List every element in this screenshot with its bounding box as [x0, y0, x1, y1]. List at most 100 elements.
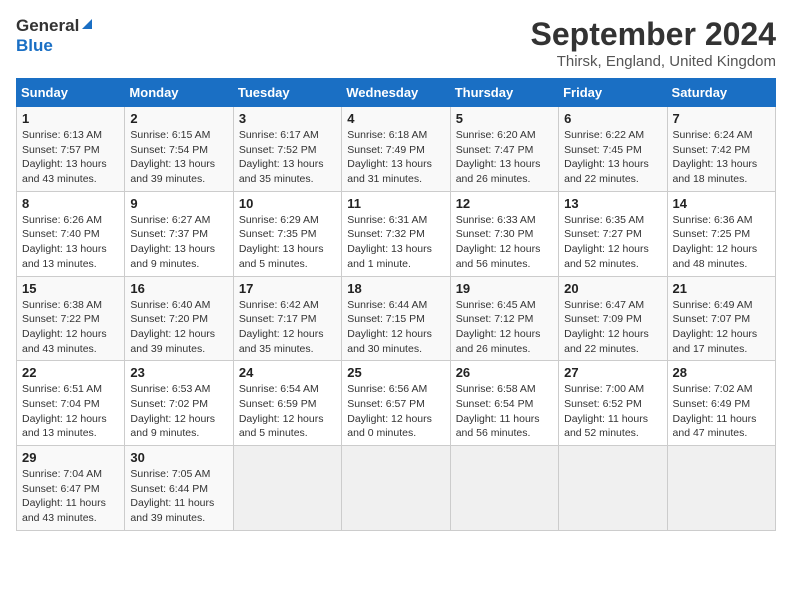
day-number: 12 — [456, 196, 553, 211]
calendar-cell — [342, 446, 450, 531]
week-row-1: 1 Sunrise: 6:13 AMSunset: 7:57 PMDaylight… — [17, 107, 776, 192]
calendar-cell — [559, 446, 667, 531]
day-detail: Sunrise: 6:51 AMSunset: 7:04 PMDaylight:… — [22, 382, 119, 441]
day-header-monday: Monday — [125, 79, 233, 107]
day-detail: Sunrise: 6:40 AMSunset: 7:20 PMDaylight:… — [130, 298, 227, 357]
day-detail: Sunrise: 6:18 AMSunset: 7:49 PMDaylight:… — [347, 128, 444, 187]
day-detail: Sunrise: 6:45 AMSunset: 7:12 PMDaylight:… — [456, 298, 553, 357]
day-header-tuesday: Tuesday — [233, 79, 341, 107]
day-detail: Sunrise: 6:38 AMSunset: 7:22 PMDaylight:… — [22, 298, 119, 357]
calendar-cell: 12 Sunrise: 6:33 AMSunset: 7:30 PMDayligh… — [450, 191, 558, 276]
calendar-cell: 29Sunrise: 7:04 AMSunset: 6:47 PMDayligh… — [17, 446, 125, 531]
calendar-cell: 8Sunrise: 6:26 AMSunset: 7:40 PMDaylight… — [17, 191, 125, 276]
day-detail: Sunrise: 6:31 AMSunset: 7:32 PMDaylight:… — [347, 213, 444, 272]
logo: General Blue — [16, 16, 94, 56]
calendar-cell: 18Sunrise: 6:44 AMSunset: 7:15 PMDayligh… — [342, 276, 450, 361]
day-number: 24 — [239, 365, 336, 380]
calendar-cell: 1 Sunrise: 6:13 AMSunset: 7:57 PMDaylight… — [17, 107, 125, 192]
calendar-cell: 9 Sunrise: 6:27 AMSunset: 7:37 PMDaylight… — [125, 191, 233, 276]
calendar-cell: 23Sunrise: 6:53 AMSunset: 7:02 PMDayligh… — [125, 361, 233, 446]
day-number: 28 — [673, 365, 770, 380]
day-number: 30 — [130, 450, 227, 465]
day-detail: Sunrise: 6:24 AMSunset: 7:42 PMDaylight:… — [673, 128, 770, 187]
day-number: 5 — [456, 111, 553, 126]
day-number: 10 — [239, 196, 336, 211]
day-number: 26 — [456, 365, 553, 380]
day-number: 22 — [22, 365, 119, 380]
day-number: 14 — [673, 196, 770, 211]
week-row-5: 29Sunrise: 7:04 AMSunset: 6:47 PMDayligh… — [17, 446, 776, 531]
day-number: 23 — [130, 365, 227, 380]
day-detail: Sunrise: 6:42 AMSunset: 7:17 PMDaylight:… — [239, 298, 336, 357]
day-number: 2 — [130, 111, 227, 126]
calendar-cell: 17 Sunrise: 6:42 AMSunset: 7:17 PMDayligh… — [233, 276, 341, 361]
day-detail: Sunrise: 6:47 AMSunset: 7:09 PMDaylight:… — [564, 298, 661, 357]
day-number: 9 — [130, 196, 227, 211]
calendar-cell: 28Sunrise: 7:02 AMSunset: 6:49 PMDayligh… — [667, 361, 775, 446]
day-detail: Sunrise: 6:13 AMSunset: 7:57 PMDaylight:… — [22, 128, 119, 187]
day-number: 13 — [564, 196, 661, 211]
day-detail: Sunrise: 6:56 AMSunset: 6:57 PMDaylight:… — [347, 382, 444, 441]
calendar-table: SundayMondayTuesdayWednesdayThursdayFrid… — [16, 78, 776, 531]
day-number: 29 — [22, 450, 119, 465]
logo-general: General — [16, 16, 79, 36]
calendar-cell: 7 Sunrise: 6:24 AMSunset: 7:42 PMDaylight… — [667, 107, 775, 192]
calendar-cell: 16 Sunrise: 6:40 AMSunset: 7:20 PMDayligh… — [125, 276, 233, 361]
day-detail: Sunrise: 6:22 AMSunset: 7:45 PMDaylight:… — [564, 128, 661, 187]
calendar-cell: 25 Sunrise: 6:56 AMSunset: 6:57 PMDayligh… — [342, 361, 450, 446]
calendar-cell: 21Sunrise: 6:49 AMSunset: 7:07 PMDayligh… — [667, 276, 775, 361]
calendar-cell — [667, 446, 775, 531]
calendar-cell — [450, 446, 558, 531]
day-detail: Sunrise: 6:35 AMSunset: 7:27 PMDaylight:… — [564, 213, 661, 272]
day-detail: Sunrise: 7:05 AMSunset: 6:44 PMDaylight:… — [130, 467, 227, 526]
day-number: 17 — [239, 281, 336, 296]
day-number: 1 — [22, 111, 119, 126]
day-header-thursday: Thursday — [450, 79, 558, 107]
day-number: 4 — [347, 111, 444, 126]
logo-blue: Blue — [16, 36, 53, 56]
day-number: 6 — [564, 111, 661, 126]
month-title: September 2024 — [531, 16, 776, 53]
calendar-cell: 27Sunrise: 7:00 AMSunset: 6:52 PMDayligh… — [559, 361, 667, 446]
day-header-wednesday: Wednesday — [342, 79, 450, 107]
day-number: 25 — [347, 365, 444, 380]
location: Thirsk, England, United Kingdom — [531, 53, 776, 70]
logo-triangle-icon — [80, 17, 94, 36]
day-detail: Sunrise: 6:27 AMSunset: 7:37 PMDaylight:… — [130, 213, 227, 272]
calendar-cell: 22 Sunrise: 6:51 AMSunset: 7:04 PMDayligh… — [17, 361, 125, 446]
day-detail: Sunrise: 6:15 AMSunset: 7:54 PMDaylight:… — [130, 128, 227, 187]
calendar-cell: 4 Sunrise: 6:18 AMSunset: 7:49 PMDaylight… — [342, 107, 450, 192]
calendar-cell — [233, 446, 341, 531]
day-number: 3 — [239, 111, 336, 126]
day-number: 16 — [130, 281, 227, 296]
day-detail: Sunrise: 7:00 AMSunset: 6:52 PMDaylight:… — [564, 382, 661, 441]
calendar-cell: 11 Sunrise: 6:31 AMSunset: 7:32 PMDayligh… — [342, 191, 450, 276]
calendar-cell: 26 Sunrise: 6:58 AMSunset: 6:54 PMDayligh… — [450, 361, 558, 446]
day-number: 18 — [347, 281, 444, 296]
title-block: September 2024 Thirsk, England, United K… — [531, 16, 776, 70]
calendar-cell: 19Sunrise: 6:45 AMSunset: 7:12 PMDayligh… — [450, 276, 558, 361]
calendar-cell: 6 Sunrise: 6:22 AMSunset: 7:45 PMDaylight… — [559, 107, 667, 192]
day-detail: Sunrise: 6:49 AMSunset: 7:07 PMDaylight:… — [673, 298, 770, 357]
calendar-cell: 14 Sunrise: 6:36 AMSunset: 7:25 PMDayligh… — [667, 191, 775, 276]
calendar-cell: 24 Sunrise: 6:54 AMSunset: 6:59 PMDayligh… — [233, 361, 341, 446]
calendar-cell: 3 Sunrise: 6:17 AMSunset: 7:52 PMDaylight… — [233, 107, 341, 192]
day-detail: Sunrise: 6:17 AMSunset: 7:52 PMDaylight:… — [239, 128, 336, 187]
day-header-friday: Friday — [559, 79, 667, 107]
day-detail: Sunrise: 6:36 AMSunset: 7:25 PMDaylight:… — [673, 213, 770, 272]
day-detail: Sunrise: 6:58 AMSunset: 6:54 PMDaylight:… — [456, 382, 553, 441]
calendar-cell: 2 Sunrise: 6:15 AMSunset: 7:54 PMDaylight… — [125, 107, 233, 192]
day-number: 11 — [347, 196, 444, 211]
week-row-2: 8Sunrise: 6:26 AMSunset: 7:40 PMDaylight… — [17, 191, 776, 276]
day-detail: Sunrise: 6:20 AMSunset: 7:47 PMDaylight:… — [456, 128, 553, 187]
page-header: General Blue September 2024 Thirsk, Engl… — [16, 16, 776, 70]
calendar-cell: 30 Sunrise: 7:05 AMSunset: 6:44 PMDayligh… — [125, 446, 233, 531]
day-header-saturday: Saturday — [667, 79, 775, 107]
calendar-cell: 5 Sunrise: 6:20 AMSunset: 7:47 PMDaylight… — [450, 107, 558, 192]
day-detail: Sunrise: 6:26 AMSunset: 7:40 PMDaylight:… — [22, 213, 119, 272]
week-row-3: 15Sunrise: 6:38 AMSunset: 7:22 PMDayligh… — [17, 276, 776, 361]
day-number: 7 — [673, 111, 770, 126]
day-detail: Sunrise: 6:33 AMSunset: 7:30 PMDaylight:… — [456, 213, 553, 272]
day-detail: Sunrise: 6:54 AMSunset: 6:59 PMDaylight:… — [239, 382, 336, 441]
day-header-sunday: Sunday — [17, 79, 125, 107]
